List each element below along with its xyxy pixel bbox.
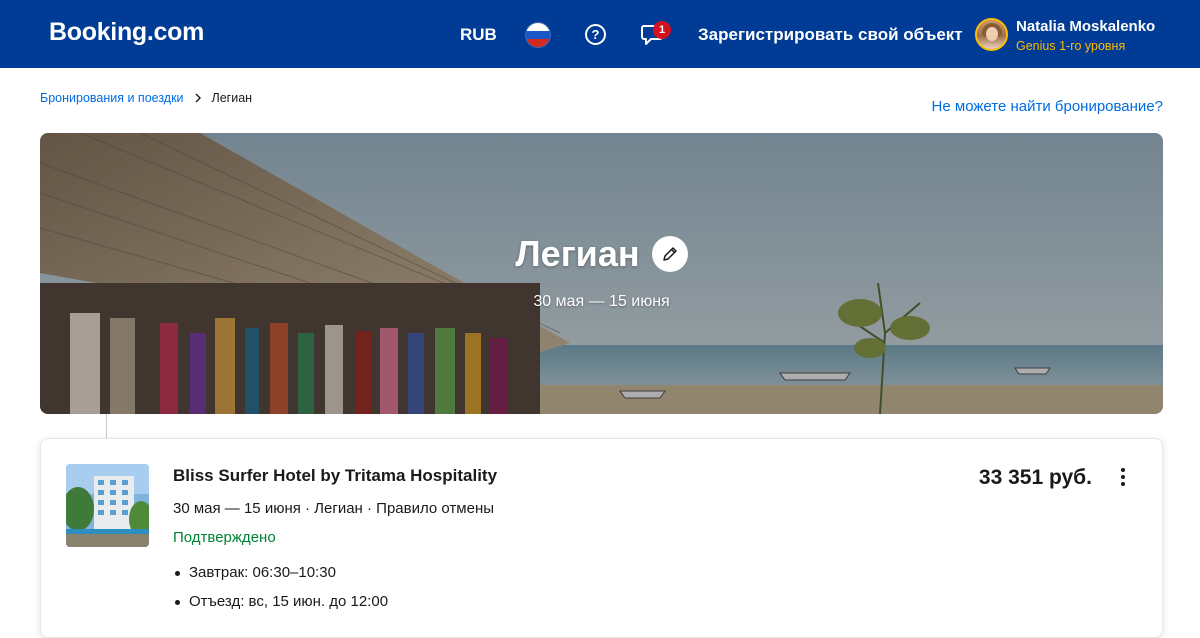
hotel-thumbnail[interactable] [66, 464, 149, 547]
user-name[interactable]: Natalia Moskalenko [1016, 18, 1155, 35]
breakfast-info: Завтрак: 06:30–10:30 [173, 558, 388, 587]
kebab-menu-icon[interactable] [1116, 465, 1130, 489]
genius-level: Genius 1-го уровня [1016, 39, 1126, 53]
edit-trip-name-button[interactable] [651, 236, 688, 272]
hotel-name-link[interactable]: Bliss Surfer Hotel by Tritama Hospitalit… [173, 466, 497, 486]
russia-flag-icon[interactable] [526, 23, 550, 47]
booking-price: 33 351 руб. [978, 466, 1092, 489]
question-circle-icon[interactable]: ? [585, 24, 606, 45]
booking-logo[interactable]: Booking.com [49, 18, 204, 47]
messages-badge: 1 [653, 21, 671, 39]
booking-details-list: Завтрак: 06:30–10:30 Отъезд: вс, 15 июн.… [173, 558, 388, 616]
booking-status: Подтверждено [173, 529, 276, 546]
chevron-right-icon [195, 93, 201, 103]
breadcrumb-current: Легиан [211, 91, 253, 105]
pencil-icon [662, 247, 677, 261]
breadcrumb: Бронирования и поездки Легиан [40, 91, 252, 105]
booking-meta: 30 мая — 15 июня · Легиан · Правило отме… [173, 500, 495, 517]
trip-hero-banner: Легиан 30 мая — 15 июня [40, 133, 1163, 414]
trip-dates: 30 мая — 15 июня [533, 293, 670, 310]
checkout-info: Отъезд: вс, 15 июн. до 12:00 [173, 587, 388, 616]
breadcrumb-bookings-link[interactable]: Бронирования и поездки [40, 91, 184, 105]
trip-title: Легиан [515, 233, 640, 274]
list-property-button[interactable]: Зарегистрировать свой объект [698, 25, 963, 45]
top-header: Booking.com RUB ? 1 Зарегистрировать сво… [0, 0, 1200, 68]
cant-find-booking-link[interactable]: Не можете найти бронирование? [932, 98, 1163, 115]
timeline-connector [106, 414, 107, 440]
booking-card[interactable]: Bliss Surfer Hotel by Tritama Hospitalit… [40, 438, 1163, 638]
currency-selector[interactable]: RUB [460, 25, 497, 45]
user-avatar[interactable] [975, 18, 1008, 51]
